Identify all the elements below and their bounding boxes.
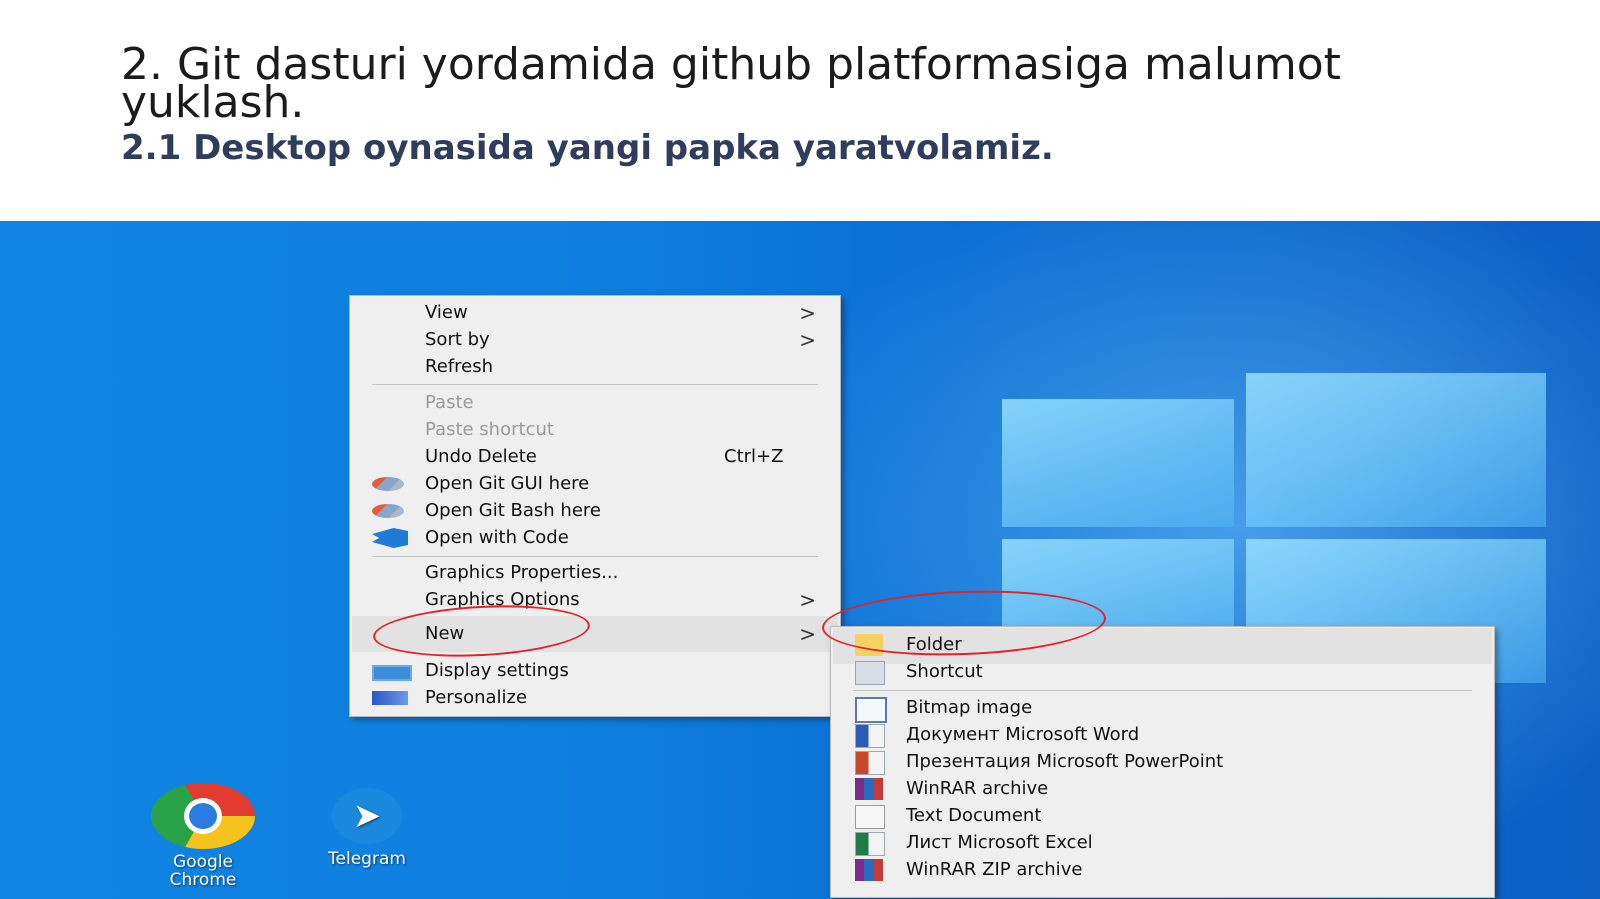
menu-item-label: Open Git Bash here (425, 500, 601, 521)
winrar-icon (855, 859, 883, 881)
chevron-right-icon: > (799, 301, 816, 325)
menu-item-label: Open with Code (425, 527, 569, 548)
submenu-item-bitmap[interactable]: Bitmap image (831, 695, 1494, 723)
submenu-item-powerpoint[interactable]: Презентация Microsoft PowerPoint (831, 749, 1494, 775)
menu-item-label: Paste shortcut (425, 419, 554, 440)
menu-item-view[interactable]: View > (350, 300, 840, 326)
desktop-icon-telegram[interactable]: ➤ Telegram (312, 788, 422, 868)
telegram-icon: ➤ (332, 788, 402, 844)
menu-item-label: WinRAR archive (906, 778, 1049, 799)
menu-item-label: Display settings (425, 660, 569, 681)
menu-item-refresh[interactable]: Refresh (350, 354, 840, 380)
slide-title: 2. Git dasturi yordamida github platform… (121, 39, 1341, 128)
menu-item-label: Undo Delete (425, 446, 537, 467)
menu-separator (372, 556, 818, 557)
git-icon (372, 504, 404, 518)
chevron-right-icon: > (799, 588, 816, 612)
desktop-icon-label: Google Chrome (169, 852, 237, 890)
menu-separator (372, 384, 818, 385)
desktop-icon-label: Telegram (328, 849, 406, 869)
submenu-item-winrar-zip[interactable]: WinRAR ZIP archive (831, 857, 1494, 883)
submenu-item-word[interactable]: Документ Microsoft Word (831, 722, 1494, 748)
powerpoint-icon (855, 751, 885, 775)
menu-item-label: Документ Microsoft Word (906, 724, 1140, 745)
shortcut-icon (855, 661, 885, 685)
text-document-icon (855, 805, 885, 829)
word-icon (855, 724, 885, 748)
submenu-item-excel[interactable]: Лист Microsoft Excel (831, 830, 1494, 856)
menu-item-open-git-gui[interactable]: Open Git GUI here (350, 471, 840, 497)
menu-item-label: WinRAR ZIP archive (906, 859, 1083, 880)
menu-item-open-git-bash[interactable]: Open Git Bash here (350, 498, 840, 524)
menu-item-label: Bitmap image (906, 697, 1033, 718)
menu-separator (853, 690, 1472, 691)
submenu-item-text-document[interactable]: Text Document (831, 803, 1494, 829)
menu-item-label: Open Git GUI here (425, 473, 590, 494)
menu-item-label: Shortcut (906, 661, 983, 682)
chevron-right-icon: > (799, 328, 816, 352)
submenu-item-winrar[interactable]: WinRAR archive (831, 776, 1494, 802)
submenu-item-shortcut[interactable]: Shortcut (831, 659, 1494, 685)
menu-item-label: Paste (425, 392, 474, 413)
new-submenu: Folder Shortcut Bitmap image Документ Mi… (830, 626, 1495, 898)
git-icon (372, 477, 404, 491)
menu-item-label: Graphics Properties... (425, 562, 619, 583)
menu-item-label: Refresh (425, 356, 493, 377)
menu-item-sort-by[interactable]: Sort by > (350, 327, 840, 353)
menu-item-label: Презентация Microsoft PowerPoint (906, 751, 1224, 772)
menu-item-personalize[interactable]: Personalize (350, 685, 840, 711)
desktop-screenshot: View > Sort by > Refresh Paste Paste sho… (0, 221, 1600, 899)
menu-item-label: Personalize (425, 687, 528, 708)
chevron-right-icon: > (799, 622, 816, 646)
desktop-icon-chrome[interactable]: Google Chrome (148, 783, 258, 889)
menu-item-paste-shortcut: Paste shortcut (350, 417, 840, 443)
menu-item-display-settings[interactable]: Display settings (350, 658, 840, 684)
excel-icon (855, 832, 885, 856)
vscode-icon (372, 528, 408, 548)
keyboard-shortcut: Ctrl+Z (724, 446, 784, 467)
menu-item-undo-delete[interactable]: Undo Delete Ctrl+Z (350, 444, 840, 470)
display-icon (372, 665, 412, 681)
menu-item-label: Лист Microsoft Excel (906, 832, 1093, 853)
slide-subtitle: 2.1 Desktop oynasida yangi papka yaratvo… (121, 128, 1054, 168)
winrar-icon (855, 778, 883, 800)
menu-item-open-with-code[interactable]: Open with Code (350, 525, 840, 551)
menu-item-label: Sort by (425, 329, 490, 350)
chrome-icon (151, 783, 255, 849)
menu-item-graphics-properties[interactable]: Graphics Properties... (350, 560, 840, 586)
menu-item-paste: Paste (350, 390, 840, 416)
bitmap-icon (855, 697, 887, 723)
personalize-icon (372, 691, 408, 705)
menu-item-graphics-options[interactable]: Graphics Options > (350, 587, 840, 613)
menu-item-label: View (425, 302, 468, 323)
menu-item-label: Text Document (906, 805, 1042, 826)
